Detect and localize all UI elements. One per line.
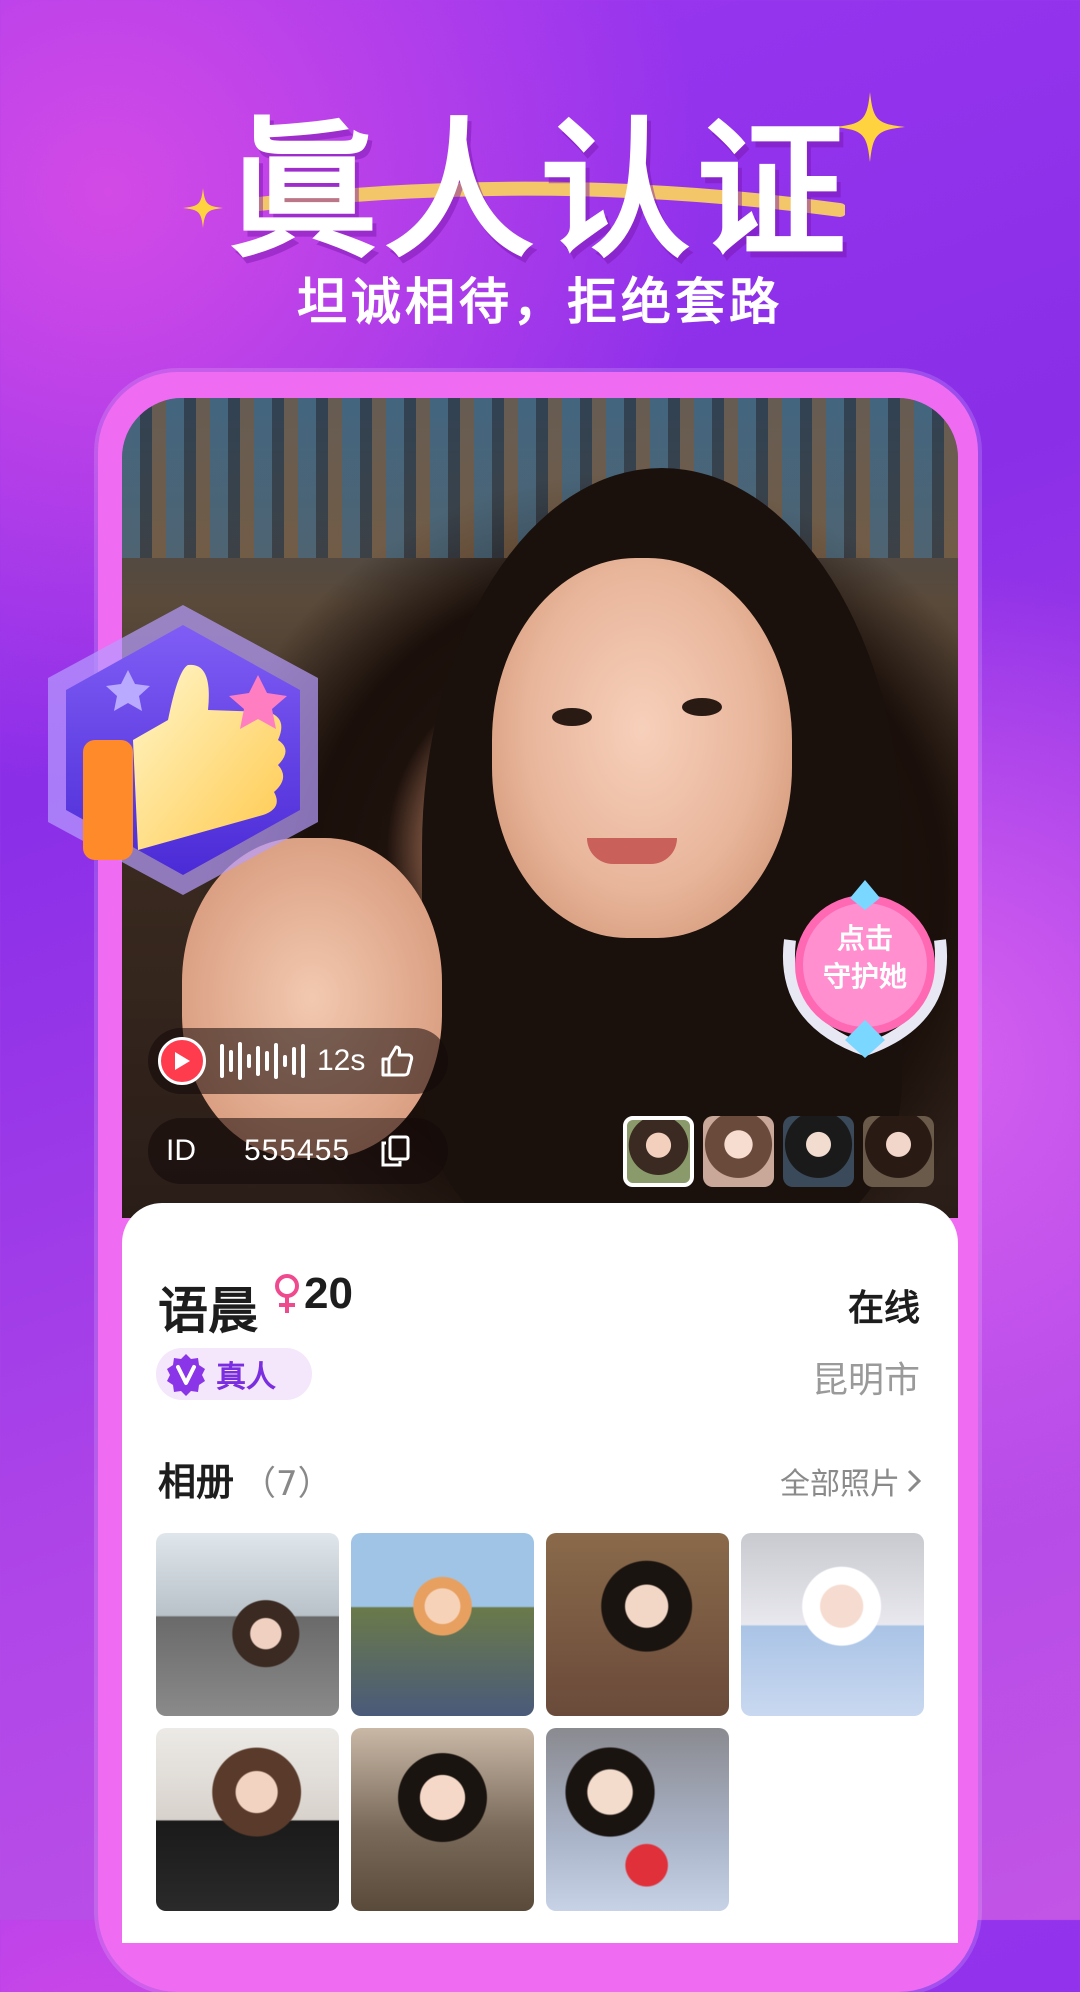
guard-her-button[interactable]: 点击 守护她 [780,880,950,1060]
album-title: 相册 （7） [158,1460,332,1504]
guard-line2: 守护她 [822,960,907,993]
user-age: 20 [304,1269,353,1318]
album-photo[interactable] [351,1728,534,1911]
id-label: ID [166,1134,196,1167]
chevron-right-icon [907,1469,922,1493]
user-name: 语晨 [158,1282,258,1340]
guard-line1: 点击 [836,922,893,955]
voice-duration: 12s [317,1044,366,1077]
album-count: （7） [242,1464,332,1504]
thumbnail[interactable] [703,1116,774,1187]
female-icon [275,1274,299,1313]
id-value: 555455 [244,1134,351,1167]
album-grid [156,1533,924,1911]
online-status: 在线 [847,1288,920,1329]
album-photo[interactable] [351,1533,534,1716]
verified-v-icon [167,1354,205,1396]
thumbnail[interactable] [863,1116,934,1187]
album-photo[interactable] [741,1533,924,1716]
thumbnail[interactable] [783,1116,854,1187]
verified-label: 真人 [216,1360,276,1395]
play-icon[interactable] [158,1037,206,1085]
thumbs-up-badge-icon [48,605,318,895]
user-city: 昆明市 [811,1360,920,1401]
album-photo[interactable] [546,1533,729,1716]
user-id-pill: ID 555455 [148,1118,448,1184]
waveform-icon [220,1042,305,1080]
like-icon[interactable] [379,1043,415,1079]
banner-subtitle: 坦诚相待，拒绝套路 [297,273,783,331]
all-photos-link[interactable]: 全部照片 [780,1459,922,1503]
copy-icon[interactable] [380,1135,410,1167]
album-photo[interactable] [156,1533,339,1716]
verified-badge: 真人 [156,1348,312,1400]
banner-title: 眞人认证 [227,105,852,279]
album-photo[interactable] [156,1728,339,1911]
photo-thumbnails [623,1116,934,1187]
profile-info-card: 语晨 20 在线 真人 昆明市 相册 （7） 全部照片 [122,1203,958,1943]
voice-intro-player[interactable]: 12s [148,1028,448,1094]
thumbnail[interactable] [623,1116,694,1187]
album-photo[interactable] [546,1728,729,1911]
gender-age: 20 [272,1269,353,1319]
